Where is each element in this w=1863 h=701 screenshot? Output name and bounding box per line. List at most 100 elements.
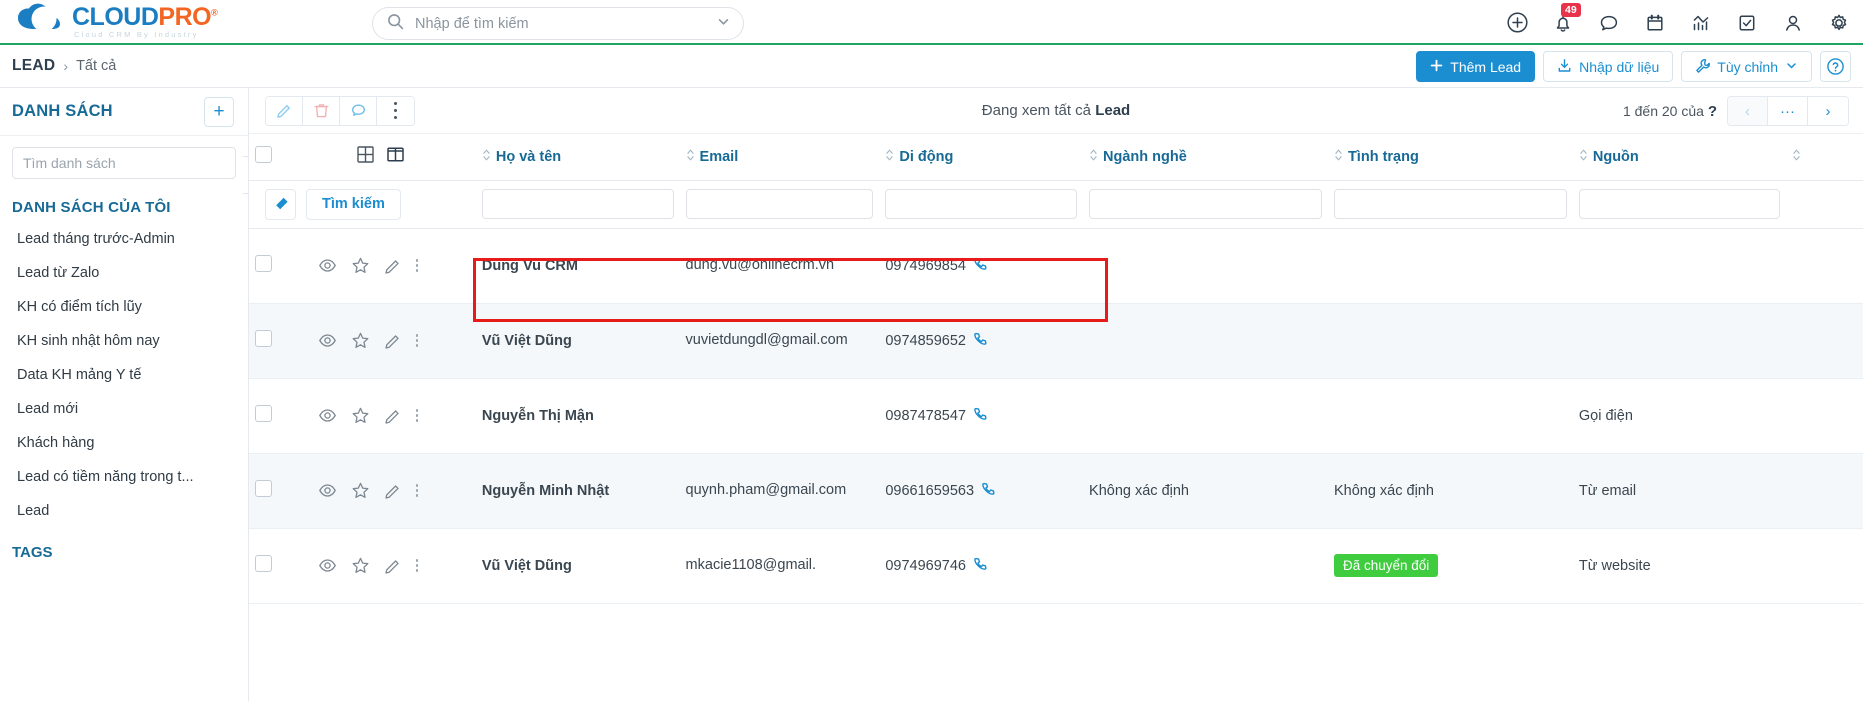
eye-view-icon[interactable]	[318, 556, 337, 575]
column-header-name[interactable]: Họ và tên	[475, 134, 680, 181]
sidebar-item-kh-diem-tich-luy[interactable]: KH có điểm tích lũy	[0, 290, 248, 324]
edit-pencil-icon[interactable]	[384, 407, 402, 425]
star-favorite-icon[interactable]	[351, 331, 370, 350]
edit-pencil-icon[interactable]	[384, 482, 402, 500]
pagination-more-button[interactable]: ···	[1768, 97, 1808, 125]
call-phone-icon[interactable]	[973, 556, 988, 575]
add-circle-icon[interactable]	[1505, 11, 1529, 35]
column-header-industry[interactable]: Ngành nghề	[1083, 134, 1328, 181]
sidebar-search[interactable]	[0, 136, 248, 185]
star-favorite-icon[interactable]	[351, 406, 370, 425]
cell-email[interactable]	[679, 378, 880, 454]
bell-icon[interactable]: 49	[1551, 2, 1581, 35]
global-search[interactable]	[372, 7, 744, 40]
column-header-phone[interactable]: Di động	[879, 134, 1084, 181]
eraser-icon[interactable]	[265, 188, 296, 220]
import-data-button[interactable]: Nhập dữ liệu	[1543, 51, 1674, 82]
task-check-icon[interactable]	[1735, 11, 1759, 35]
table-row[interactable]: Nguyễn Thị Mận 0987478547 Gọi điện	[249, 378, 1863, 454]
more-vertical-icon[interactable]	[415, 409, 419, 422]
user-icon[interactable]	[1781, 11, 1805, 35]
cell-email[interactable]: dung.vu@onlinecrm.vn	[679, 228, 880, 304]
sidebar-item-lead-thang-truoc[interactable]: Lead tháng trước-Admin	[0, 222, 248, 256]
call-phone-icon[interactable]	[973, 406, 988, 425]
sidebar-item-data-kh-y-te[interactable]: Data KH mảng Y tế	[0, 358, 248, 392]
cell-name[interactable]: Nguyễn Thị Mận	[475, 378, 680, 454]
filter-input-name[interactable]	[481, 189, 674, 219]
customize-button[interactable]: Tùy chỉnh	[1681, 51, 1812, 82]
app-logo[interactable]: CLOUDPRO® Cloud CRM By Industry	[0, 2, 340, 41]
edit-pencil-icon[interactable]	[266, 96, 303, 125]
table-row[interactable]: Dung Vu CRM dung.vu@onlinecrm.vn 0974969…	[249, 228, 1863, 304]
eye-view-icon[interactable]	[318, 406, 337, 425]
cell-name[interactable]: Vũ Việt Dũng	[475, 303, 680, 379]
cell-email[interactable]: vuvietdungdl@gmail.com	[679, 303, 880, 379]
sidebar-item-kh-sinh-nhat[interactable]: KH sinh nhật hôm nay	[0, 324, 248, 358]
column-header-overflow[interactable]	[1785, 134, 1863, 181]
row-checkbox[interactable]	[255, 405, 272, 422]
sidebar-item-lead-tiem-nang[interactable]: Lead có tiềm năng trong t...	[0, 460, 248, 494]
cell-name[interactable]: Vũ Việt Dũng	[475, 528, 680, 604]
gear-icon[interactable]	[1827, 11, 1851, 35]
breadcrumb-current[interactable]: Tất cả	[76, 58, 116, 74]
star-favorite-icon[interactable]	[351, 481, 370, 500]
filter-input-phone[interactable]	[885, 189, 1078, 219]
table-row[interactable]: Vũ Việt Dũng vuvietdungdl@gmail.com 0974…	[249, 303, 1863, 379]
delete-trash-icon[interactable]	[303, 96, 340, 125]
edit-pencil-icon[interactable]	[384, 557, 402, 575]
cell-name[interactable]: Dung Vu CRM	[475, 228, 680, 304]
pagination-prev-button[interactable]: ‹	[1728, 97, 1768, 125]
eye-view-icon[interactable]	[318, 481, 337, 500]
list-search-input[interactable]	[12, 147, 236, 179]
cell-name[interactable]: Nguyễn Minh Nhật	[475, 453, 680, 529]
star-favorite-icon[interactable]	[351, 256, 370, 275]
add-list-button[interactable]: +	[204, 96, 234, 127]
add-lead-button[interactable]: Thêm Lead	[1416, 51, 1536, 82]
comment-icon[interactable]	[340, 96, 377, 125]
chat-icon[interactable]	[1597, 11, 1621, 35]
column-header-status[interactable]: Tình trạng	[1327, 134, 1573, 181]
help-button[interactable]	[1820, 51, 1851, 82]
split-view-icon[interactable]	[386, 145, 405, 168]
column-header-source[interactable]: Nguồn	[1572, 134, 1786, 181]
search-input[interactable]	[413, 14, 716, 33]
sort-icon[interactable]	[1792, 148, 1801, 166]
grid-view-icon[interactable]	[356, 145, 375, 168]
edit-pencil-icon[interactable]	[384, 332, 402, 350]
chevron-down-icon[interactable]	[716, 14, 731, 34]
cell-email[interactable]: mkacie1108@gmail.	[679, 528, 880, 604]
sidebar-item-khach-hang[interactable]: Khách hàng	[0, 426, 248, 460]
filter-input-email[interactable]	[685, 189, 874, 219]
row-checkbox[interactable]	[255, 480, 272, 497]
sort-icon[interactable]	[482, 148, 491, 166]
edit-pencil-icon[interactable]	[384, 257, 402, 275]
star-favorite-icon[interactable]	[351, 556, 370, 575]
analytics-icon[interactable]	[1689, 11, 1713, 35]
breadcrumb-root[interactable]: LEAD	[12, 57, 55, 75]
sort-icon[interactable]	[686, 148, 695, 166]
sort-icon[interactable]	[1579, 148, 1588, 166]
more-vertical-icon[interactable]	[415, 559, 419, 572]
more-vertical-icon[interactable]	[415, 334, 419, 347]
row-checkbox[interactable]	[255, 255, 272, 272]
table-row[interactable]: Nguyễn Minh Nhật quynh.pham@gmail.com 09…	[249, 453, 1863, 529]
column-header-email[interactable]: Email	[679, 134, 880, 181]
filter-input-source[interactable]	[1578, 189, 1780, 219]
cell-email[interactable]: quynh.pham@gmail.com	[679, 453, 880, 529]
call-phone-icon[interactable]	[973, 256, 988, 275]
sidebar-item-lead[interactable]: Lead	[0, 494, 248, 528]
call-phone-icon[interactable]	[973, 331, 988, 350]
sidebar-item-lead-tu-zalo[interactable]: Lead từ Zalo	[0, 256, 248, 290]
more-vertical-icon[interactable]	[377, 96, 414, 125]
row-checkbox[interactable]	[255, 555, 272, 572]
call-phone-icon[interactable]	[981, 481, 996, 500]
eye-view-icon[interactable]	[318, 331, 337, 350]
calendar-icon[interactable]	[1643, 11, 1667, 35]
more-vertical-icon[interactable]	[415, 259, 419, 272]
filter-search-button[interactable]: Tìm kiếm	[306, 188, 401, 220]
select-all-checkbox[interactable]	[255, 146, 272, 164]
sort-icon[interactable]	[885, 148, 894, 166]
filter-input-industry[interactable]	[1089, 189, 1322, 219]
pagination-next-button[interactable]: ›	[1808, 97, 1848, 125]
more-vertical-icon[interactable]	[415, 484, 419, 497]
